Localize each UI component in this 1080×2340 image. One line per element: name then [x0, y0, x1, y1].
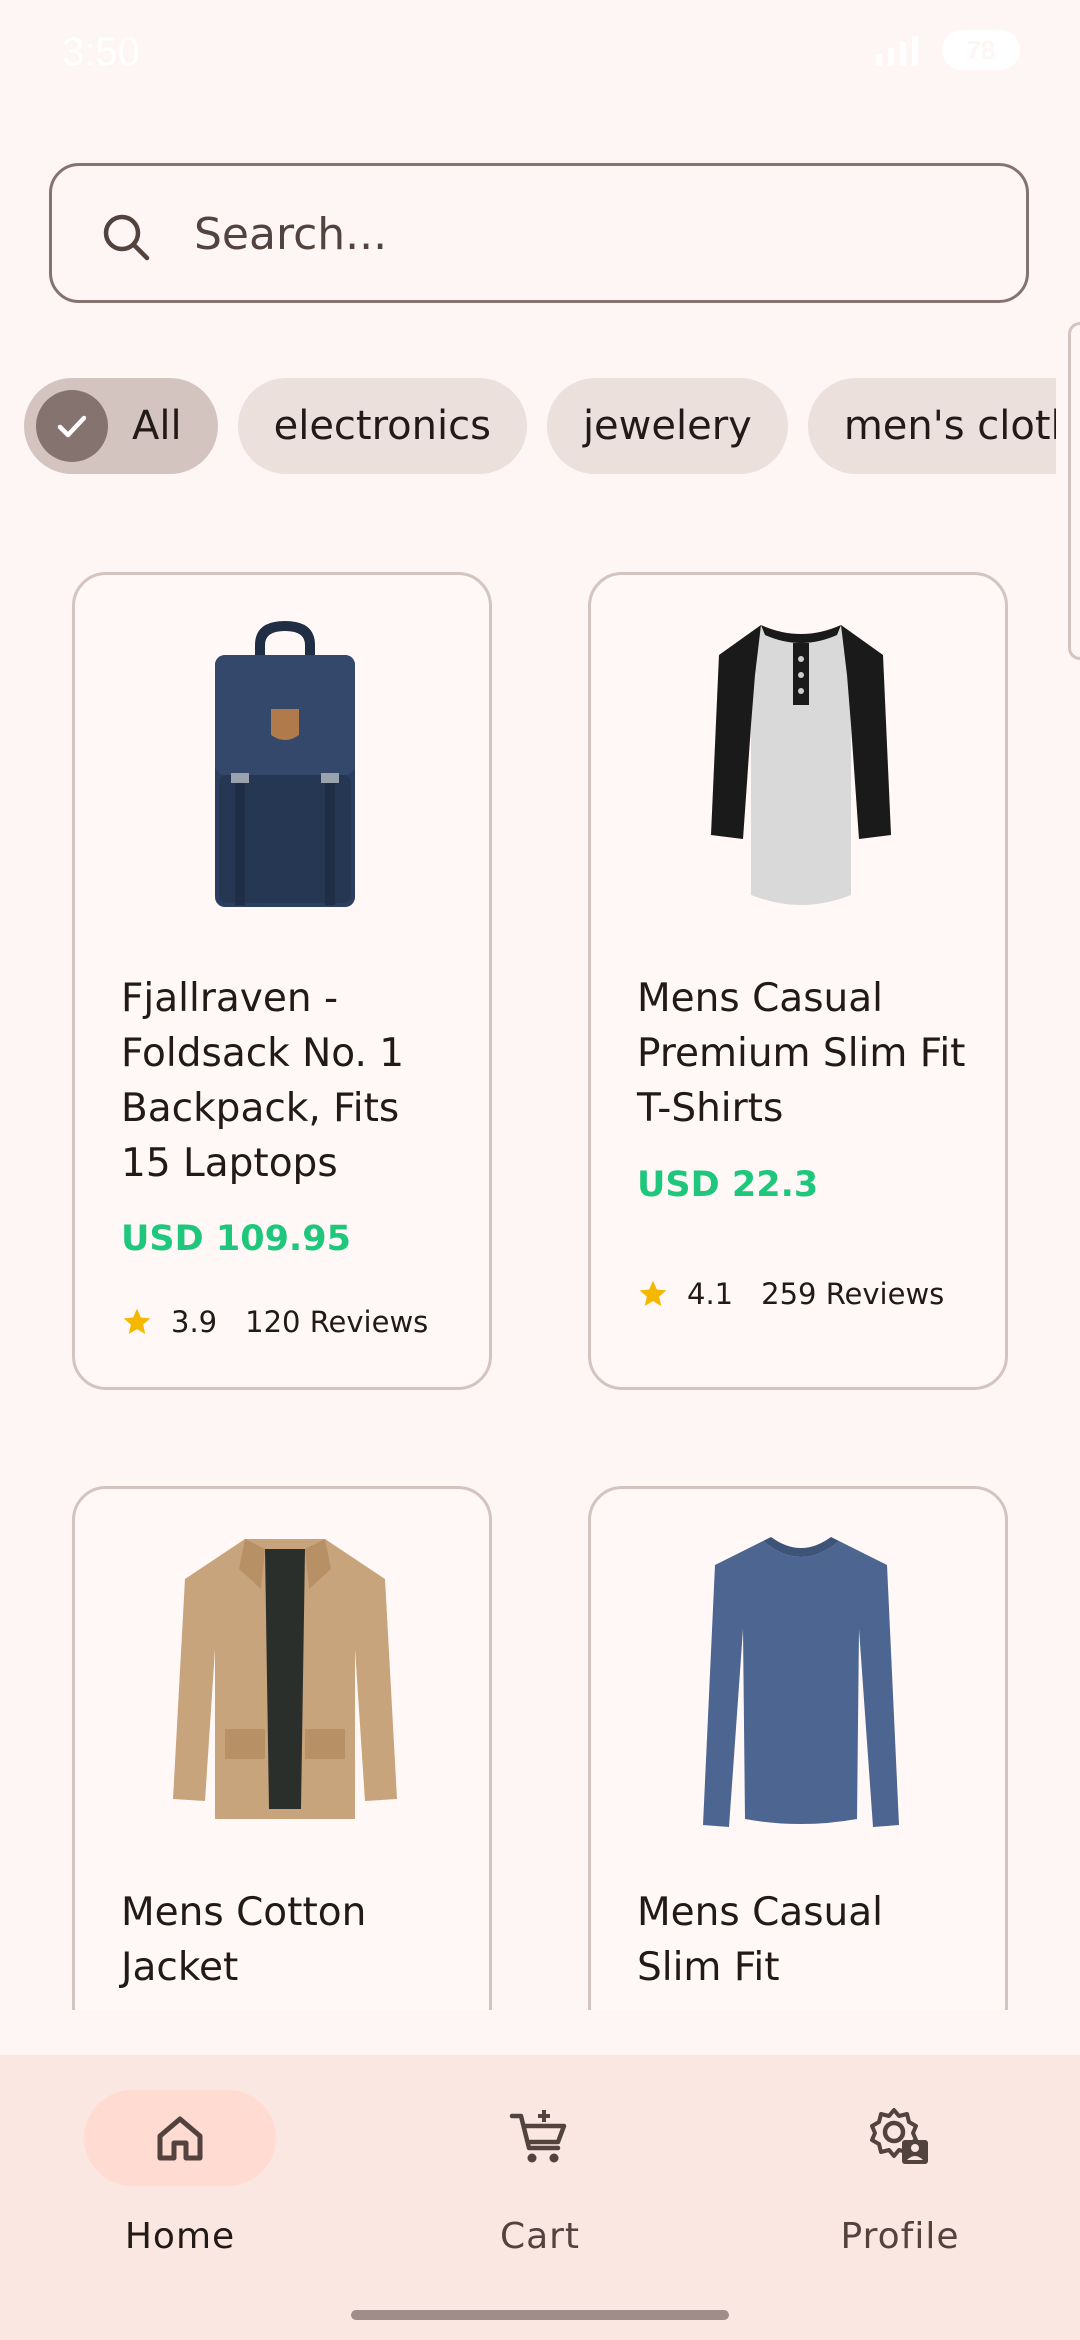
nav-home-pill[interactable] — [84, 2090, 276, 2186]
product-card[interactable]: Mens Cotton Jacket — [72, 1486, 492, 2010]
product-title: Mens Casual Slim Fit — [637, 1890, 883, 1990]
search-input[interactable] — [192, 166, 996, 302]
long-sleeve-shirt-image — [703, 1537, 899, 1827]
search-icon — [103, 214, 150, 261]
star-icon — [639, 1280, 667, 1306]
chip-all[interactable]: All — [24, 378, 218, 474]
chip-jewelery[interactable]: jewelery — [546, 378, 788, 474]
nav-label: Cart — [499, 2216, 581, 2257]
review-count: 120 Reviews — [245, 1305, 429, 1339]
backpack-image — [215, 621, 355, 907]
home-indicator[interactable] — [351, 2310, 729, 2320]
product-title: Fjallraven - Foldsack No. 1 Backpack, Fi… — [121, 976, 405, 1186]
chip-label: men's clothing — [843, 403, 1056, 449]
status-icons: 78 — [872, 30, 1020, 70]
bottom-navigation: Home Cart Profile — [0, 2055, 1080, 2340]
product-rating: 3.9 120 Reviews — [121, 1305, 428, 1339]
jacket-image — [173, 1539, 397, 1819]
chip-label: jewelery — [582, 403, 752, 449]
signal-icon — [876, 36, 918, 66]
product-rating: 4.1 259 Reviews — [637, 1277, 944, 1311]
home-icon — [157, 2116, 203, 2161]
raglan-shirt-image — [711, 625, 891, 905]
product-card[interactable]: Fjallraven - Foldsack No. 1 Backpack, Fi… — [72, 572, 492, 1390]
nav-home[interactable]: Home — [60, 2090, 300, 2257]
chip-label: electronics — [273, 403, 491, 449]
check-icon — [36, 390, 108, 462]
nav-label: Home — [124, 2216, 236, 2257]
nav-profile-pill[interactable] — [804, 2090, 996, 2186]
rating-value: 3.9 — [171, 1305, 218, 1339]
nav-label: Profile — [840, 2216, 960, 2257]
product-price: USD 109.95 — [121, 1219, 351, 1259]
product-title: Mens Cotton Jacket — [121, 1890, 367, 1990]
review-count: 259 Reviews — [761, 1277, 945, 1311]
nav-profile[interactable]: Profile — [780, 2090, 1020, 2257]
product-grid: Fjallraven - Foldsack No. 1 Backpack, Fi… — [0, 540, 1080, 2010]
product-title: Mens Casual Premium Slim Fit T-Shirts — [637, 976, 966, 1131]
profile-settings-icon — [870, 2108, 928, 2164]
chip-label: All — [132, 403, 182, 449]
chip-mens-clothing[interactable]: men's clothing — [807, 378, 1056, 474]
star-icon — [123, 1308, 151, 1334]
rating-value: 4.1 — [687, 1277, 734, 1311]
nav-cart[interactable]: Cart — [420, 2090, 660, 2257]
cart-icon — [509, 2110, 567, 2163]
product-card[interactable]: Mens Casual Slim Fit — [588, 1486, 1008, 2010]
product-card[interactable]: Mens Casual Premium Slim Fit T-Shirts US… — [588, 572, 1008, 1390]
battery-indicator: 78 — [942, 30, 1020, 70]
category-filter-row: All electronics jewelery men's clothing — [24, 378, 1056, 476]
chip-electronics[interactable]: electronics — [237, 378, 527, 474]
status-time: 3:50 — [62, 30, 140, 74]
status-bar: 3:50 78 — [0, 0, 1080, 110]
product-price: USD 22.3 — [637, 1165, 819, 1205]
search-bar[interactable] — [49, 163, 1029, 303]
nav-cart-pill[interactable] — [444, 2090, 636, 2186]
